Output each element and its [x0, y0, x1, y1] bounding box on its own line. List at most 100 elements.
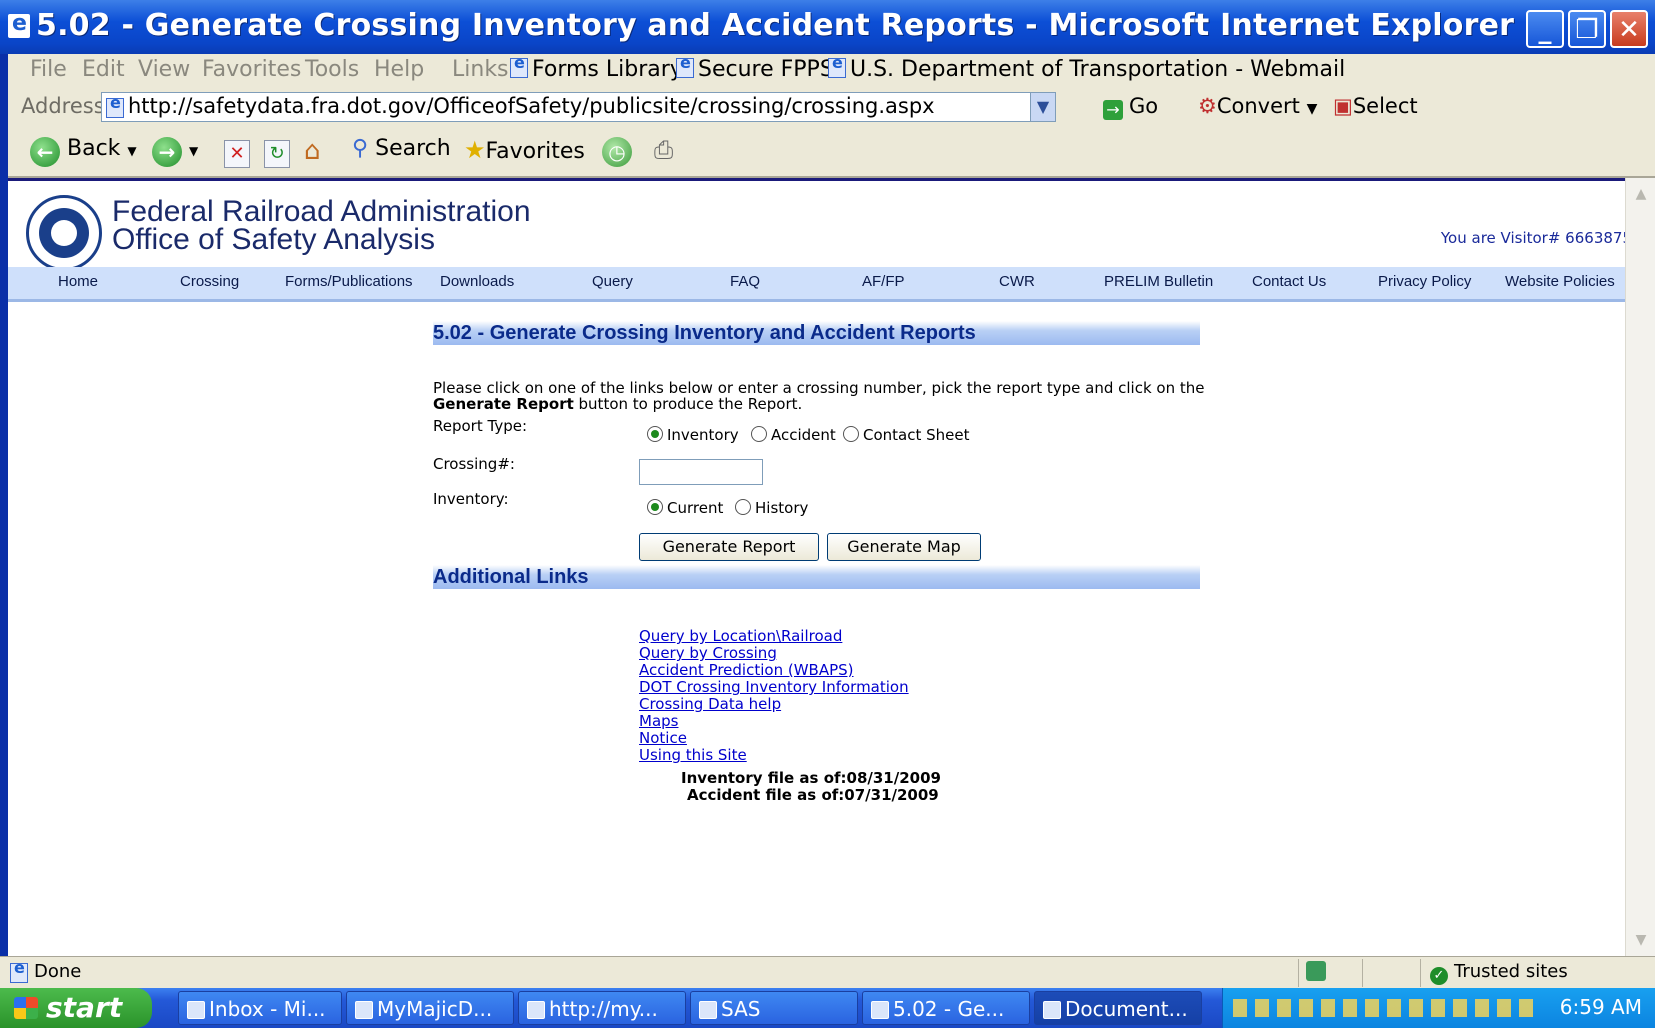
chevron-down-icon[interactable]: ▼	[1030, 93, 1055, 121]
scroll-up-icon[interactable]: ▲	[1629, 182, 1653, 206]
address-label: Address	[21, 94, 105, 118]
stop-button[interactable]: ✕	[224, 136, 250, 168]
menu-view[interactable]: View	[138, 57, 190, 82]
nav-forms-publications[interactable]: Forms/Publications	[285, 273, 413, 290]
chevron-down-icon[interactable]: ▼	[1307, 101, 1318, 117]
search-button[interactable]: ⚲ Search	[352, 136, 451, 161]
nav-contact-us[interactable]: Contact Us	[1252, 273, 1326, 290]
search-icon: ⚲	[352, 136, 369, 161]
nav-af-fp[interactable]: AF/FP	[862, 273, 905, 290]
nav-privacy-policy[interactable]: Privacy Policy	[1378, 273, 1471, 290]
link-using-this-site[interactable]: Using this Site	[639, 746, 747, 764]
generate-report-button[interactable]: Generate Report	[639, 533, 819, 561]
history-button[interactable]: ◷	[602, 136, 632, 167]
task-inbox[interactable]: Inbox - Mi...	[178, 991, 342, 1025]
link-accident-prediction[interactable]: Accident Prediction (WBAPS)	[639, 661, 854, 679]
ie-app-icon[interactable]	[8, 11, 30, 38]
forward-button[interactable]: → ▼	[152, 136, 198, 167]
refresh-icon: ↻	[264, 140, 290, 168]
page-icon	[10, 958, 28, 983]
radio-button[interactable]	[647, 499, 663, 515]
link-maps[interactable]: Maps	[639, 712, 678, 730]
start-button[interactable]: start	[0, 988, 152, 1028]
chevron-down-icon[interactable]: ▼	[189, 144, 198, 158]
site-nav: Home Crossing Forms/Publications Downloa…	[8, 267, 1625, 302]
page-icon	[510, 53, 528, 78]
radio-history[interactable]: History	[735, 499, 808, 517]
task-sas[interactable]: SAS	[690, 991, 858, 1025]
intro-bold: Generate Report	[433, 395, 574, 413]
radio-button[interactable]	[751, 426, 767, 442]
nav-prelim-bulletin[interactable]: PRELIM Bulletin	[1104, 273, 1213, 290]
minimize-button[interactable]: _	[1526, 10, 1564, 48]
task-http[interactable]: http://my...	[518, 991, 686, 1025]
link-crossing-data-help[interactable]: Crossing Data help	[639, 695, 781, 713]
report-type-label: Report Type:	[433, 417, 527, 435]
nav-query[interactable]: Query	[592, 273, 633, 290]
navigation-toolbar: ← Back ▼ → ▼ ✕ ↻ ⌂ ⚲ Search ★Favorites ◷…	[8, 128, 1655, 178]
star-icon: ★	[464, 136, 486, 164]
scroll-down-icon[interactable]: ▼	[1629, 928, 1653, 952]
link-forms-library[interactable]: Forms Library	[510, 53, 683, 82]
inventory-label: Inventory:	[433, 490, 509, 508]
radio-button[interactable]	[647, 426, 663, 442]
system-tray: 6:59 AM	[1222, 988, 1655, 1028]
task-crossing-page[interactable]: 5.02 - Ge...	[862, 991, 1030, 1025]
go-button[interactable]: → Go	[1103, 94, 1158, 120]
tray-icons[interactable]	[1233, 999, 1533, 1017]
close-button[interactable]: ✕	[1610, 10, 1648, 48]
maximize-button[interactable]: ❐	[1568, 10, 1606, 48]
task-mymajic[interactable]: MyMajicD...	[346, 991, 514, 1025]
nav-crossing[interactable]: Crossing	[180, 273, 239, 290]
crossing-number-input[interactable]	[639, 459, 763, 485]
menu-edit[interactable]: Edit	[82, 57, 125, 82]
convert-button[interactable]: ⚙Convert ▼	[1198, 94, 1317, 118]
back-button[interactable]: ← Back ▼	[30, 136, 137, 167]
favorites-label: Favorites	[485, 139, 585, 164]
office-name: Office of Safety Analysis	[112, 223, 435, 256]
link-notice[interactable]: Notice	[639, 729, 687, 747]
menu-file[interactable]: File	[30, 57, 67, 82]
radio-button[interactable]	[735, 499, 751, 515]
page-title: 5.02 - Generate Crossing Inventory and A…	[433, 321, 1200, 345]
check-icon: ✓	[1430, 967, 1448, 985]
search-label: Search	[375, 136, 451, 161]
nav-faq[interactable]: FAQ	[730, 273, 760, 290]
vertical-scrollbar[interactable]: ▲ ▼	[1625, 178, 1655, 956]
menu-help[interactable]: Help	[374, 57, 424, 82]
refresh-button[interactable]: ↻	[264, 136, 290, 168]
menu-tools[interactable]: Tools	[305, 57, 359, 82]
link-query-by-location[interactable]: Query by Location\Railroad	[639, 627, 842, 645]
radio-label: History	[755, 499, 809, 517]
print-button[interactable]: ⎙	[654, 136, 673, 164]
home-button[interactable]: ⌂	[304, 136, 321, 166]
radio-contact-sheet[interactable]: Contact Sheet	[843, 426, 970, 444]
security-zone: ✓ Trusted sites	[1430, 961, 1568, 985]
task-document[interactable]: Document...	[1034, 991, 1202, 1025]
radio-inventory[interactable]: Inventory	[647, 426, 739, 444]
radio-accident[interactable]: Accident	[751, 426, 836, 444]
favorites-button[interactable]: ★Favorites	[464, 136, 585, 164]
nav-home[interactable]: Home	[58, 273, 98, 290]
chevron-down-icon[interactable]: ▼	[127, 144, 136, 158]
forward-arrow-icon: →	[152, 137, 182, 167]
title-bar: 5.02 - Generate Crossing Inventory and A…	[0, 0, 1655, 54]
nav-website-policies[interactable]: Website Policies	[1505, 273, 1615, 290]
link-dot-crossing-inventory[interactable]: DOT Crossing Inventory Information	[639, 678, 909, 696]
radio-button[interactable]	[843, 426, 859, 442]
generate-map-button[interactable]: Generate Map	[827, 533, 981, 561]
nav-cwr[interactable]: CWR	[999, 273, 1035, 290]
link-secure-fpps[interactable]: Secure FPPS	[676, 53, 834, 82]
select-icon: ▣	[1333, 94, 1353, 118]
radio-current[interactable]: Current	[647, 499, 723, 517]
link-query-by-crossing[interactable]: Query by Crossing	[639, 644, 777, 662]
select-button[interactable]: ▣Select	[1333, 94, 1418, 118]
menu-favorites[interactable]: Favorites	[202, 57, 301, 82]
link-dot-webmail[interactable]: U.S. Department of Transportation - Webm…	[828, 53, 1345, 82]
nav-downloads[interactable]: Downloads	[440, 273, 514, 290]
stop-icon: ✕	[224, 140, 250, 168]
web-page: Federal Railroad Administration Office o…	[8, 178, 1632, 959]
link-label: Secure FPPS	[698, 57, 834, 82]
connection-icon	[1306, 961, 1326, 981]
address-input[interactable]: http://safetydata.fra.dot.gov/OfficeofSa…	[101, 92, 1056, 122]
